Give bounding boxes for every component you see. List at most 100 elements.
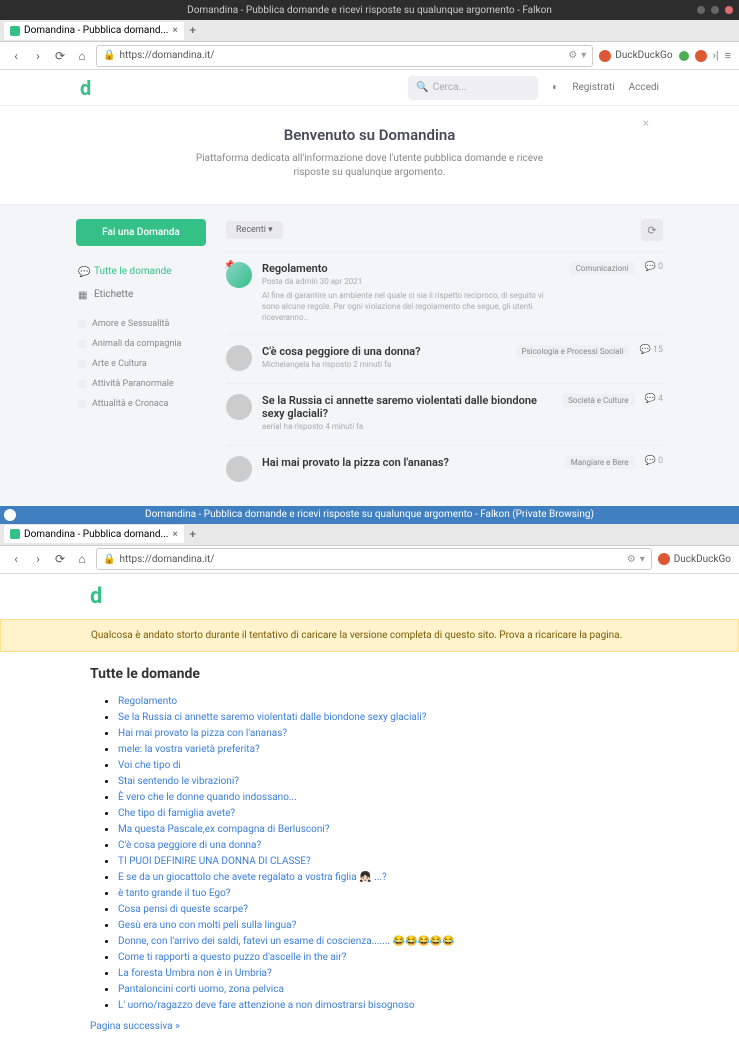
bookmark-icon[interactable]: ▾	[640, 554, 645, 565]
sidebar-tags[interactable]: ▦ Etichette	[76, 283, 206, 306]
post-item[interactable]: Hai mai provato la pizza con l'ananas? M…	[226, 445, 663, 492]
page2-heading: Tutte le domande	[90, 666, 649, 682]
question-link[interactable]: è tanto grande il tuo Ego?	[118, 888, 231, 899]
post-body: Hai mai provato la pizza con l'ananas?	[262, 456, 555, 482]
grid-icon: ▦	[78, 290, 88, 300]
post-title[interactable]: C'è cosa peggiore di una donna?	[262, 345, 506, 358]
avatar	[226, 456, 252, 482]
close-window-icon[interactable]	[725, 6, 733, 14]
new-tab-button[interactable]: +	[184, 24, 202, 37]
sidebar-all-questions[interactable]: 💬 Tutte le domande	[76, 260, 206, 283]
site-search[interactable]: 🔍 Cerca...	[408, 76, 538, 100]
tag-label: Animali da compagnia	[92, 339, 181, 349]
post-title[interactable]: Se la Russia ci annette saremo violentat…	[262, 394, 552, 420]
address-bar-2[interactable]: 🔒 https://domandina.it/ ⚙ ▾	[96, 548, 652, 570]
register-link[interactable]: Registrati	[572, 82, 614, 93]
category-badge[interactable]: Società e Culture	[562, 394, 634, 407]
question-link[interactable]: Regolamento	[118, 696, 177, 707]
category-badge[interactable]: Psicologia e Processi Sociali	[516, 345, 630, 358]
category-badge[interactable]: Mangiare e Bere	[565, 456, 635, 469]
browser-tab-2[interactable]: Domandina - Pubblica domand... ×	[4, 525, 184, 543]
question-link[interactable]: Come ti rapporti a questo puzzo d'ascell…	[118, 952, 346, 963]
tab-close-icon[interactable]: ×	[172, 529, 177, 540]
list-item: TI PUOI DEFINIRE UNA DONNA DI CLASSE?	[118, 854, 649, 867]
question-link[interactable]: Hai mai provato la pizza con l'ananas?	[118, 728, 287, 739]
search-engine-2[interactable]: DuckDuckGo	[658, 553, 731, 565]
lock-icon: 🔒	[103, 50, 115, 61]
comment-count: 💬 4	[645, 394, 664, 404]
question-link[interactable]: C'è cosa peggiore di una donna?	[118, 840, 261, 851]
welcome-text: Piattaforma dedicata all'informazione do…	[190, 152, 550, 180]
reload-button[interactable]: ⟳	[52, 551, 68, 567]
next-page-link[interactable]: Pagina successiva »	[90, 1021, 649, 1032]
home-button[interactable]: ⌂	[74, 48, 90, 64]
settings-icon[interactable]: ⚙	[568, 50, 577, 61]
question-link[interactable]: Gesù era uno con molti peli sulla lingua…	[118, 920, 296, 931]
site-logo-2[interactable]: d	[90, 584, 102, 609]
post-item[interactable]: C'è cosa peggiore di una donna? Michelan…	[226, 334, 663, 383]
question-link[interactable]: TI PUOI DEFINIRE UNA DONNA DI CLASSE?	[118, 856, 311, 867]
login-link[interactable]: Accedi	[629, 82, 659, 93]
question-link[interactable]: mele: la vostra varietà preferita?	[118, 744, 260, 755]
back-button[interactable]: ‹	[8, 48, 24, 64]
tag-item[interactable]: Attualità e Cronaca	[76, 394, 206, 414]
forward-button[interactable]: ›	[30, 48, 46, 64]
ask-question-button[interactable]: Fai una Domanda	[76, 219, 206, 246]
tag-item[interactable]: Amore e Sessualità	[76, 314, 206, 334]
forward-button[interactable]: ›	[30, 551, 46, 567]
list-item: Cosa pensi di queste scarpe?	[118, 902, 649, 915]
settings-icon[interactable]: ⚙	[627, 554, 636, 565]
post-item[interactable]: Regolamento Posta da admin 30 apr 2021 A…	[226, 251, 663, 334]
tag-color-icon	[78, 320, 86, 328]
menu-icon[interactable]: ›|	[713, 49, 719, 62]
browser-tab[interactable]: Domandina - Pubblica domand... ×	[4, 22, 184, 40]
post-list: Regolamento Posta da admin 30 apr 2021 A…	[226, 251, 663, 492]
close-icon[interactable]: ×	[643, 116, 649, 130]
site-logo[interactable]: d	[80, 76, 91, 100]
minimize-icon[interactable]	[697, 6, 705, 14]
url-text: https://domandina.it/	[119, 50, 214, 61]
list-item: mele: la vostra varietà preferita?	[118, 742, 649, 755]
post-title[interactable]: Hai mai provato la pizza con l'ananas?	[262, 456, 555, 469]
refresh-button[interactable]: ⟳	[641, 219, 663, 241]
reload-button[interactable]: ⟳	[52, 48, 68, 64]
question-list: Regolamento Se la Russia ci annette sarem…	[90, 694, 649, 1011]
question-link[interactable]: È vero che le donne quando indossano...	[118, 792, 297, 803]
search-placeholder: Cerca...	[433, 82, 467, 93]
question-link[interactable]: E se da un giocattolo che avete regalato…	[118, 872, 387, 883]
address-bar[interactable]: 🔒 https://domandina.it/ ⚙ ▾	[96, 45, 593, 67]
bookmark-icon[interactable]: ▾	[581, 50, 586, 61]
question-link[interactable]: Ma questa Pascale,ex compagna di Berlusc…	[118, 824, 330, 835]
back-button[interactable]: ‹	[8, 551, 24, 567]
window2-titlebar: Domandina - Pubblica domande e ricevi ri…	[0, 506, 739, 524]
list-item: Hai mai provato la pizza con l'ananas?	[118, 726, 649, 739]
question-link[interactable]: L' uomo/ragazzo deve fare attenzione a n…	[118, 1000, 415, 1011]
search-engine[interactable]: DuckDuckGo	[599, 50, 672, 62]
tab-close-icon[interactable]: ×	[172, 25, 177, 36]
tab-bar-2: Domandina - Pubblica domand... × +	[0, 524, 739, 546]
question-link[interactable]: Se la Russia ci annette saremo violentat…	[118, 712, 426, 723]
question-link[interactable]: Che tipo di famiglia avete?	[118, 808, 235, 819]
question-link[interactable]: Pantaloncini corti uomo, zona pelvica	[118, 984, 284, 995]
question-link[interactable]: Donne, con l'arrivo dei saldi, fatevi un…	[118, 936, 455, 947]
window1-titlebar: Domandina - Pubblica domande e ricevi ri…	[0, 0, 739, 20]
sort-dropdown[interactable]: Recenti ▾	[226, 221, 283, 239]
question-link[interactable]: Stai sentendo le vibrazioni?	[118, 776, 239, 787]
adblock-icon[interactable]	[695, 50, 707, 62]
tag-item[interactable]: Arte e Cultura	[76, 354, 206, 374]
post-item[interactable]: Se la Russia ci annette saremo violentat…	[226, 383, 663, 445]
sidebar-all-label: Tutte le domande	[94, 266, 172, 277]
category-badge[interactable]: Comunicazioni	[570, 262, 635, 275]
home-button[interactable]: ⌂	[74, 551, 90, 567]
question-link[interactable]: La foresta Umbra non è in Umbria?	[118, 968, 272, 979]
question-link[interactable]: Voi che tipo di	[118, 760, 181, 771]
post-title[interactable]: Regolamento	[262, 262, 560, 275]
maximize-icon[interactable]	[711, 6, 719, 14]
hamburger-icon[interactable]: ≡	[725, 49, 731, 62]
new-tab-button[interactable]: +	[184, 528, 202, 541]
tag-item[interactable]: Attività Paranormale	[76, 374, 206, 394]
question-link[interactable]: Cosa pensi di queste scarpe?	[118, 904, 248, 915]
window-controls	[697, 6, 733, 14]
theme-toggle-icon[interactable]: ◐	[552, 82, 558, 93]
tag-item[interactable]: Animali da compagnia	[76, 334, 206, 354]
